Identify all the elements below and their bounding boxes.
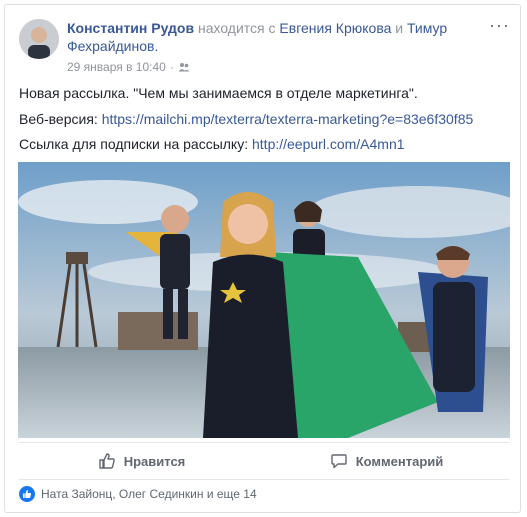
web-version-link[interactable]: https://mailchi.mp/texterra/texterra-mar… [102,111,474,127]
web-version-label: Веб-версия: [19,111,98,127]
subscribe-line: Ссылка для подписки на рассылку: http://… [19,135,509,153]
post-options-icon[interactable]: ··· [489,15,510,36]
post-actions: Нравится Комментарий [19,442,509,480]
post-text-line1: Новая рассылка. "Чем мы занимаемся в отд… [19,85,418,101]
subscribe-label: Ссылка для подписки на рассылку: [19,136,249,152]
reactions-text: Ната Зайонц, Олег Сединкин и еще 14 [41,487,257,501]
post-photo[interactable] [18,162,510,438]
author-name[interactable]: Константин Рудов [67,20,194,36]
post-header: Константин Рудов находится с Евгения Крю… [67,19,487,55]
post-card: ··· Константин Рудов находится с Евгения… [4,4,521,513]
avatar-image [19,19,59,59]
comment-label: Комментарий [355,453,444,469]
separator: · [169,60,174,74]
team-photo-image [18,162,510,438]
web-version-line: Веб-версия: https://mailchi.mp/texterra/… [19,110,509,128]
subscribe-link[interactable]: http://eepurl.com/A4mn1 [252,136,405,152]
comment-icon [331,454,347,469]
thumbs-up-icon [99,453,115,469]
friends-icon[interactable] [178,61,190,73]
post-meta: 29 января в 10:40 · [67,60,190,74]
comment-button[interactable]: Комментарий [264,443,509,479]
and-text: и [395,20,404,36]
reactions-summary[interactable]: Ната Зайонц, Олег Сединкин и еще 14 [19,486,257,502]
like-label: Нравится [123,453,186,469]
author-avatar[interactable] [19,19,59,59]
post-date[interactable]: 29 января в 10:40 [67,60,166,74]
like-button[interactable]: Нравится [19,443,264,479]
with-text: находится с [197,20,276,36]
tagged-person-1[interactable]: Евгения Крюкова [279,20,391,36]
like-reaction-icon [19,486,35,502]
